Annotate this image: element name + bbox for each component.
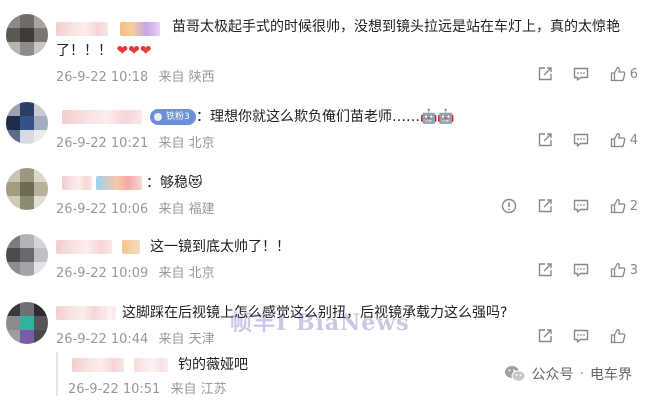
comment-location: 来自 福建 [158,202,215,217]
reply-username[interactable] [72,358,124,372]
comment-item: 铁粉3 ：理想你就这么欺负俺们苗老师……🤖🤖 26-9-22 10:21 来自 … [0,96,650,160]
comment-actions: 6 [518,64,638,84]
cat-emoji: 😻 [188,175,203,191]
comment-date: 26-9-22 10:06 [56,202,149,217]
comment-actions [518,326,638,346]
reply-date: 26-9-22 10:51 [68,382,161,397]
wechat-icon [504,365,526,383]
reply-meta: 26-9-22 10:51 来自 江苏 [68,378,227,397]
comment-meta: 26-9-22 10:18 来自 陕西 [56,66,215,85]
user-badge [122,240,140,254]
avatar[interactable] [6,168,48,210]
like-icon[interactable] [609,197,627,215]
fans-badge-label: 铁粉3 [166,112,190,122]
username[interactable] [56,240,112,254]
comment-location: 来自 天津 [158,332,215,347]
comment-item: 这一镜到底太帅了！！ 26-9-22 10:09 来自 北京 3 [0,228,650,288]
comment-text-continued: 了！！！ ❤❤❤ [56,40,152,62]
share-icon[interactable] [536,131,554,149]
like-count: 3 [629,262,638,278]
avatar[interactable] [6,102,48,144]
avatar[interactable] [6,14,48,56]
username[interactable] [62,110,142,124]
comment-actions: 4 [518,130,638,150]
comment-item: 苗哥太极起手式的时候很帅，没想到镜头拉远是站在车灯上，真的太惊艳 了！！！ ❤❤… [0,0,650,90]
comment-text-body: ：够稳 [146,175,188,191]
like-icon[interactable] [609,327,627,345]
like-count: 2 [629,198,638,214]
source-platform: 公众号 [531,367,574,383]
comment-text-body: ：理想你就这么欺负俺们苗老师…… [196,109,420,125]
share-icon[interactable] [536,65,554,83]
heart-emoji: ❤❤❤ [116,43,152,59]
comment-text-line1: 苗哥太极起手式的时候很帅，没想到镜头拉远是站在车灯上，真的太惊艳 [172,19,620,35]
like-icon[interactable] [609,65,627,83]
source-separator: · [579,366,584,382]
comment-item: ：够稳😻 26-9-22 10:06 来自 福建 2 [0,164,650,226]
comment-text-line2: 了！！！ [56,43,112,59]
share-icon[interactable] [536,327,554,345]
comment-meta: 26-9-22 10:06 来自 福建 [56,198,215,217]
like-icon[interactable] [609,131,627,149]
report-icon[interactable] [500,197,518,215]
reply-text: 钓的薇娅吧 [178,354,248,376]
comment-text: ：理想你就这么欺负俺们苗老师……🤖🤖 [196,106,455,128]
source-mark: 公众号 · 电车界 [504,364,632,384]
reply-thread: 钓的薇娅吧 26-9-22 10:51 来自 江苏 [56,352,458,397]
comment-icon[interactable] [572,65,590,83]
comment-icon[interactable] [572,327,590,345]
reply-text-body: 钓的薇娅吧 [178,357,248,373]
username[interactable] [56,306,104,320]
comment-location: 来自 北京 [158,266,215,281]
comment-date: 26-9-22 10:44 [56,332,149,347]
comment-icon[interactable] [572,197,590,215]
comment-meta: 26-9-22 10:21 来自 北京 [56,132,215,151]
comment-meta: 26-9-22 10:09 来自 北京 [56,262,215,281]
share-icon[interactable] [536,261,554,279]
fans-badge: 铁粉3 [150,109,196,125]
comment-text: 苗哥太极起手式的时候很帅，没想到镜头拉远是站在车灯上，真的太惊艳 [172,16,620,38]
reply-username-extra [134,358,168,372]
comment-text: ：够稳😻 [146,172,203,194]
user-badge [120,22,160,36]
comment-location: 来自 陕西 [158,70,215,85]
robot-emoji: 🤖🤖 [420,109,455,125]
avatar[interactable] [6,234,48,276]
source-account: 电车界 [590,367,632,383]
reply-location: 来自 江苏 [170,382,227,397]
comment-text-body: 这一镜到底太帅了！！ [150,239,290,255]
avatar[interactable] [6,302,48,344]
comment-meta: 26-9-22 10:44 来自 天津 [56,328,215,347]
user-badge [96,176,142,190]
like-count: 4 [629,132,638,148]
username-extra [104,306,116,320]
comment-actions: 3 [518,260,638,280]
comment-date: 26-9-22 10:18 [56,70,149,85]
share-icon[interactable] [536,197,554,215]
comment-date: 26-9-22 10:21 [56,136,149,151]
fans-badge-icon [154,113,162,121]
watermark: 帧丰Ⅰ BiaNews [230,310,410,336]
like-icon[interactable] [609,261,627,279]
comment-date: 26-9-22 10:09 [56,266,149,281]
like-count: 6 [629,66,638,82]
username[interactable] [62,176,92,190]
username[interactable] [56,22,108,36]
comment-icon[interactable] [572,261,590,279]
comment-text: 这一镜到底太帅了！！ [150,236,290,258]
comment-location: 来自 北京 [158,136,215,151]
comment-icon[interactable] [572,131,590,149]
comment-actions: 2 [482,196,638,216]
